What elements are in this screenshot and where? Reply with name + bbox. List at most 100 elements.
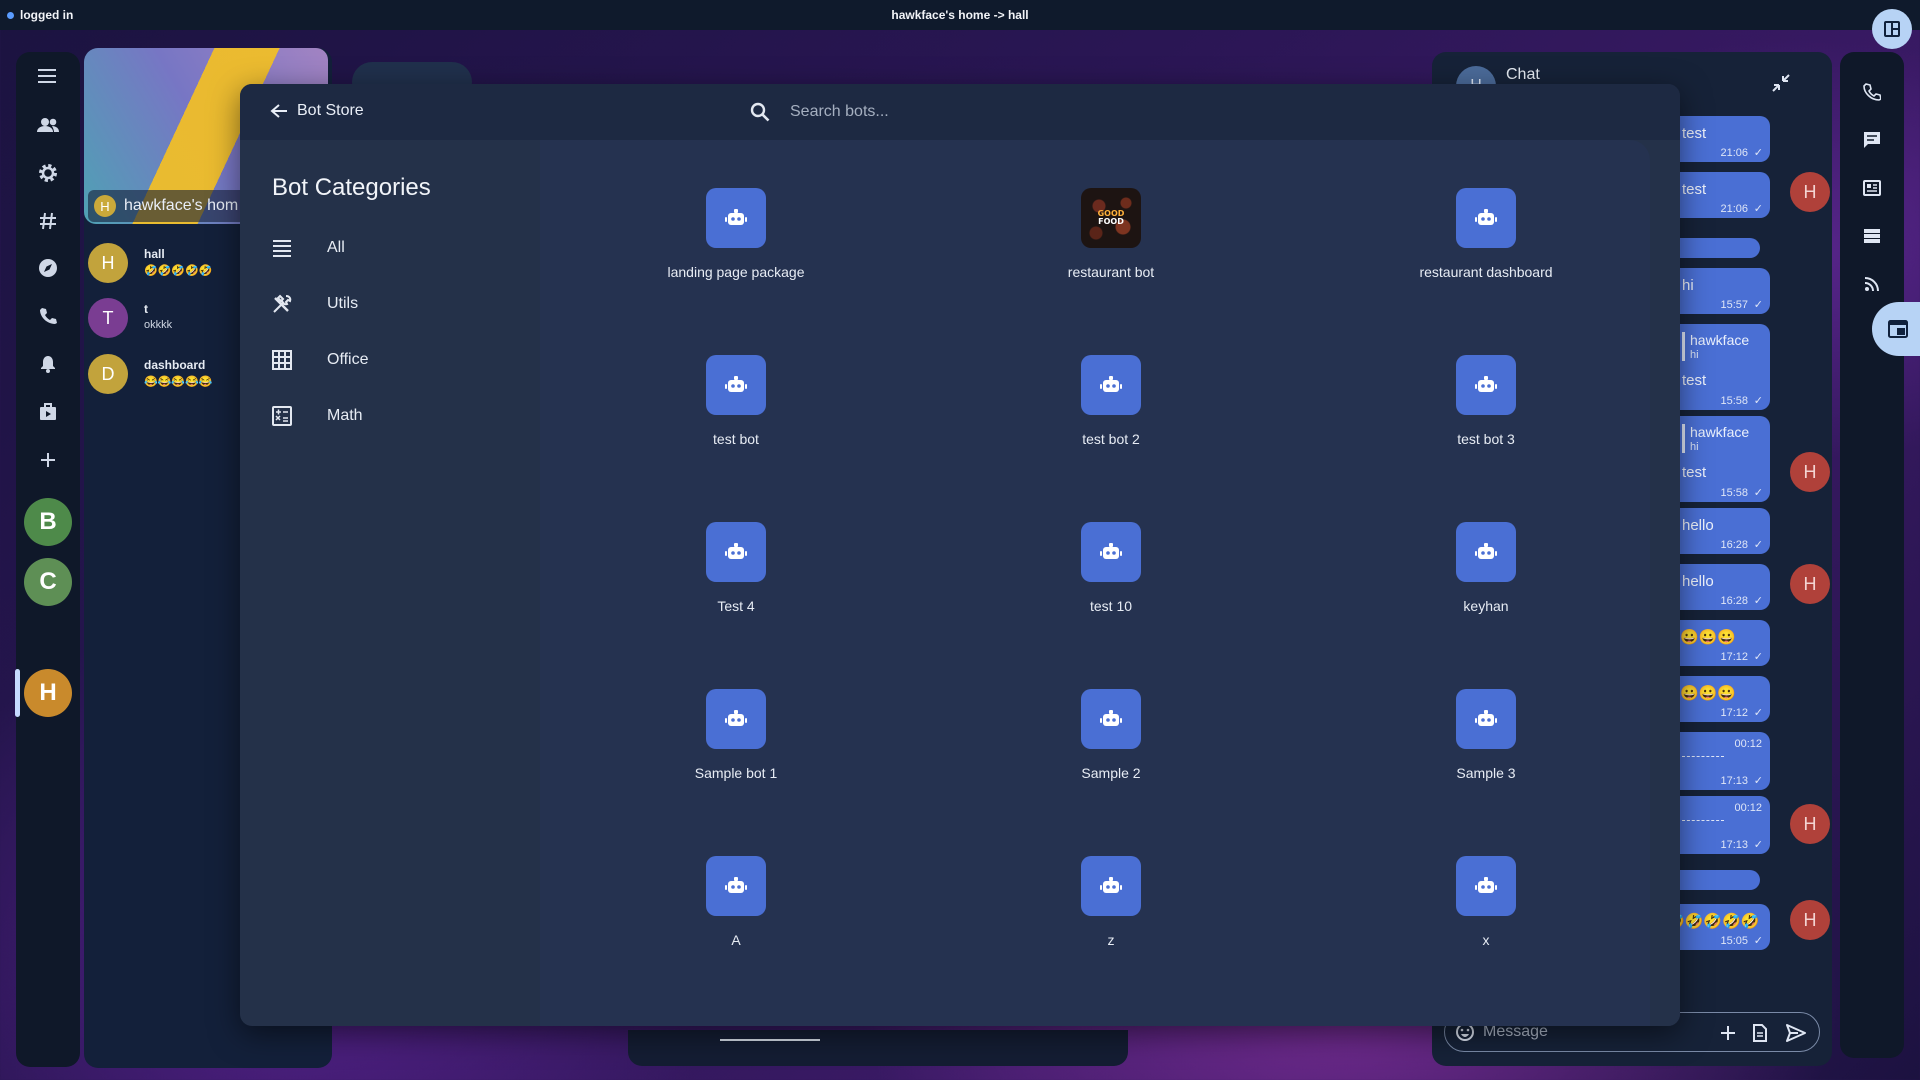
- bot-label: test bot 2: [1082, 431, 1140, 447]
- collapse-icon: [1772, 74, 1790, 92]
- read-check-icon: ✓: [1753, 651, 1763, 663]
- sender-avatar[interactable]: H: [1790, 900, 1830, 940]
- message-time: 15:57: [1720, 299, 1748, 311]
- bot-card[interactable]: A: [636, 856, 836, 986]
- reply-message-bubble[interactable]: hawkface hi test 15:58 ✓: [1670, 416, 1770, 502]
- bot-card[interactable]: Sample 2: [1011, 689, 1211, 819]
- message-time: 21:06: [1720, 203, 1748, 215]
- grid-icon: [270, 348, 294, 372]
- hash-icon[interactable]: [16, 201, 80, 241]
- message-bubble[interactable]: hello 16:28 ✓: [1670, 564, 1770, 610]
- message-bubble[interactable]: [1670, 870, 1760, 890]
- chat-icon[interactable]: [1840, 120, 1904, 160]
- category-math[interactable]: Math: [270, 396, 530, 436]
- sender-avatar[interactable]: H: [1790, 564, 1830, 604]
- bot-card[interactable]: restaurant dashboard: [1386, 188, 1586, 318]
- message-bubble[interactable]: 😀😀😀 17:12 ✓: [1670, 676, 1770, 722]
- people-icon[interactable]: [16, 105, 80, 145]
- chat-title: Chat: [1506, 66, 1540, 83]
- collapse-button[interactable]: [1766, 68, 1796, 98]
- bot-card[interactable]: test bot 3: [1386, 355, 1586, 485]
- bot-card[interactable]: Test 4: [636, 522, 836, 652]
- phone-icon[interactable]: [16, 296, 80, 336]
- space-avatar-b[interactable]: B: [24, 498, 72, 546]
- message-bubble[interactable]: hello 16:28 ✓: [1670, 508, 1770, 554]
- settings-icon[interactable]: [16, 153, 80, 193]
- storage-icon[interactable]: [1840, 216, 1904, 256]
- document-icon[interactable]: [1749, 1022, 1771, 1044]
- active-space-indicator: [15, 669, 20, 717]
- quote-text: hi: [1690, 441, 1699, 453]
- bell-icon[interactable]: [16, 344, 80, 384]
- dialog-title: Bot Store: [297, 102, 364, 119]
- message-bubble[interactable]: 😀😀😀 17:12 ✓: [1670, 620, 1770, 666]
- bot-card[interactable]: z: [1011, 856, 1211, 986]
- phone-icon[interactable]: [1840, 72, 1904, 112]
- bot-card[interactable]: test bot: [636, 355, 836, 485]
- room-last-message: okkkk: [144, 319, 173, 331]
- plus-icon[interactable]: [16, 440, 80, 480]
- message-text: 😀😀😀: [1680, 629, 1737, 646]
- menu-icon[interactable]: [16, 56, 80, 96]
- dialog-header: Bot Store: [240, 84, 1680, 140]
- space-name: hawkface's hom: [124, 197, 239, 214]
- shopping-bag-icon[interactable]: [16, 392, 80, 432]
- back-button[interactable]: Bot Store: [270, 102, 364, 120]
- robot-icon: [1456, 856, 1516, 916]
- space-avatar-h[interactable]: H: [24, 669, 72, 717]
- voice-waveform[interactable]: [1682, 756, 1724, 757]
- category-office[interactable]: Office: [270, 340, 530, 380]
- message-time: 16:28: [1720, 595, 1748, 607]
- room-name: hall: [144, 247, 165, 261]
- arrow-left-icon: [270, 104, 287, 118]
- room-avatar: H: [88, 243, 128, 283]
- message-text: test: [1682, 181, 1707, 198]
- quoted-message[interactable]: hawkface hi: [1682, 332, 1749, 361]
- newspaper-icon[interactable]: [1840, 168, 1904, 208]
- message-bubble[interactable]: test 21:06 ✓: [1670, 116, 1770, 162]
- voice-message-bubble[interactable]: 00:12 17:13 ✓: [1670, 732, 1770, 790]
- message-text: hello: [1682, 517, 1714, 534]
- voice-message-bubble[interactable]: 00:12 17:13 ✓: [1670, 796, 1770, 854]
- room-avatar: T: [88, 298, 128, 338]
- bot-card[interactable]: Sample bot 1: [636, 689, 836, 819]
- voice-waveform[interactable]: [1682, 820, 1724, 821]
- voice-duration: 00:12: [1734, 738, 1762, 750]
- message-bubble[interactable]: [1670, 238, 1760, 258]
- message-text: hello: [1682, 573, 1714, 590]
- space-avatar-c[interactable]: C: [24, 558, 72, 606]
- add-attachment-icon[interactable]: [1717, 1022, 1739, 1044]
- reply-message-bubble[interactable]: hawkface hi test 15:58 ✓: [1670, 324, 1770, 410]
- bot-card[interactable]: x: [1386, 856, 1586, 986]
- send-icon[interactable]: [1785, 1022, 1807, 1044]
- sender-avatar[interactable]: H: [1790, 804, 1830, 844]
- bot-label: z: [1107, 932, 1115, 948]
- bot-card[interactable]: test 10: [1011, 522, 1211, 652]
- good-food-image: GOOD FOOD: [1081, 188, 1141, 248]
- bot-card[interactable]: GOOD FOOD restaurant bot: [1011, 188, 1211, 318]
- category-all[interactable]: All: [270, 228, 530, 268]
- bot-card[interactable]: test bot 2: [1011, 355, 1211, 485]
- robot-icon: [706, 856, 766, 916]
- window-tab-active[interactable]: [1872, 302, 1920, 356]
- message-bubble[interactable]: 🤣🤣🤣🤣🤣 15:05 ✓: [1666, 904, 1770, 950]
- sender-avatar[interactable]: H: [1790, 452, 1830, 492]
- bot-label: restaurant dashboard: [1419, 264, 1553, 280]
- search-input[interactable]: [790, 100, 1150, 124]
- bot-card[interactable]: landing page package: [636, 188, 836, 318]
- layout-toggle-button[interactable]: [1872, 9, 1912, 49]
- message-bubble[interactable]: test 21:06 ✓: [1670, 172, 1770, 218]
- quoted-message[interactable]: hawkface hi: [1682, 424, 1749, 453]
- read-check-icon: ✓: [1753, 203, 1763, 215]
- bot-label: test bot 3: [1457, 431, 1515, 447]
- bot-label: restaurant bot: [1067, 264, 1155, 280]
- rss-icon[interactable]: [1840, 264, 1904, 304]
- category-utils[interactable]: Utils: [270, 284, 530, 324]
- compass-icon[interactable]: [16, 248, 80, 288]
- read-check-icon: ✓: [1753, 487, 1763, 499]
- message-bubble[interactable]: hi 15:57 ✓: [1670, 268, 1770, 314]
- sender-avatar[interactable]: H: [1790, 172, 1830, 212]
- window-title: hawkface's home -> hall: [891, 8, 1029, 22]
- bot-card[interactable]: keyhan: [1386, 522, 1586, 652]
- bot-card[interactable]: Sample 3: [1386, 689, 1586, 819]
